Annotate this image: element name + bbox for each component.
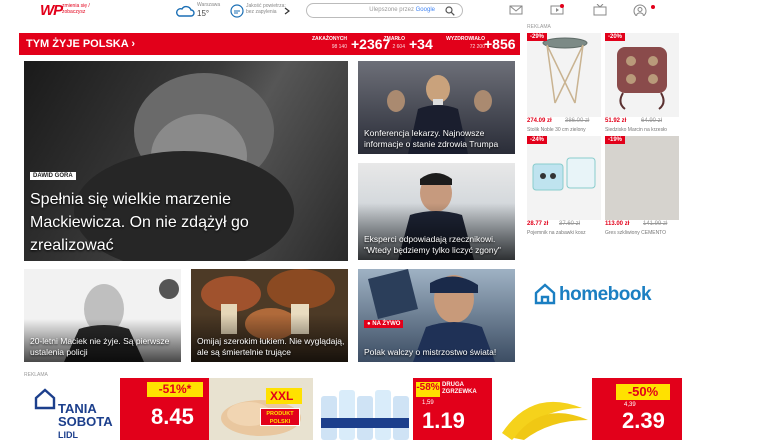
search-powered-by: Ulepszone przez Google [369, 7, 435, 13]
second-pack-label: DRUGA ZGRZEWKA [442, 382, 482, 397]
search-icon[interactable] [445, 6, 455, 16]
story-headline[interactable]: Omijaj szerokim łukiem. Nie wyglądają, a… [197, 336, 347, 358]
notification-dot [651, 5, 655, 9]
product-old-price: 386.00 zł [565, 118, 590, 124]
toy-box-image [532, 157, 596, 191]
bananas-image [502, 401, 588, 440]
air-quality-widget[interactable]: Jakość powietrza: bez zapylenia [230, 2, 292, 20]
product-image [527, 33, 601, 117]
house-icon [34, 388, 56, 410]
product-old-price: 64.90 zł [641, 118, 663, 124]
homebook-wordmark: homebook [559, 284, 652, 305]
product-name: Pojemnik na zabawki kosz [527, 230, 586, 236]
xxl-badge: XXL [266, 388, 302, 404]
house-icon [534, 283, 556, 305]
offer-percent: -50% [616, 384, 670, 400]
stat-name: WYZDROWIAŁO [446, 36, 485, 42]
story-headline[interactable]: 20-letni Maciek nie żyje. Są pierwsze us… [30, 336, 180, 358]
live-badge: ● NA ŻYWO [364, 320, 404, 328]
brand-sub: LIDL [58, 430, 78, 440]
stat-name: ZAKAŻONYCH [312, 36, 347, 42]
stat-delta: +856 [484, 36, 516, 52]
offer-percent: -51%* [147, 382, 203, 397]
water-product-image [313, 378, 413, 440]
lead-story[interactable]: DAWID GÓRA Spełnia się wielkie marzenie … [24, 61, 348, 261]
logo-mark: WP [40, 2, 63, 19]
product-card[interactable]: -29% 274.09 zł 386.00 zł Stolik Noble 30… [527, 33, 601, 138]
offer-old-price: 1,59 [422, 400, 434, 406]
seat-cushion-image [617, 47, 667, 110]
polish-product-badge: PRODUKT POLSKI [260, 408, 300, 426]
stat-total: 98 140 [331, 44, 347, 50]
side-table-image [542, 37, 588, 104]
story-polak[interactable]: ● NA ŻYWO Polak walczy o mistrzostwo świ… [358, 269, 515, 362]
ad-label: REKLAMA [527, 24, 551, 30]
discount-badge: -19% [605, 136, 626, 144]
covid-stats-strip[interactable]: TYM ŻYJE POLSKA › ZAKAŻONYCH 98 140 +236… [19, 33, 520, 55]
wp-logo[interactable]: WP zmienia się / zobaczysz [40, 2, 100, 20]
weather-widget[interactable]: Warszawa 15° [175, 2, 225, 20]
story-headline[interactable]: Konferencja lekarzy. Najnowsze informacj… [364, 128, 514, 150]
story-trump[interactable]: Konferencja lekarzy. Najnowsze informacj… [358, 61, 515, 154]
chevron-right-icon [284, 7, 290, 15]
lidl-banner[interactable]: TANIA SOBOTA LIDL -51%* 8.45 XXL PRODUKT… [24, 378, 682, 440]
strip-title[interactable]: TYM ŻYJE POLSKA › [26, 38, 135, 50]
tania-sobota-panel: TANIA SOBOTA LIDL [24, 378, 120, 440]
product-old-price: 141.99 zł [643, 221, 668, 227]
story-mushrooms[interactable]: Omijaj szerokim łukiem. Nie wyglądają, a… [191, 269, 348, 362]
story-headline[interactable]: Eksperci odpowiadają rzecznikowi. "Wtedy… [364, 234, 514, 256]
stat-name: ZMARŁO [383, 36, 405, 42]
weather-temp: 15° [197, 9, 210, 18]
lead-headline[interactable]: Spełnia się wielkie marzenie Mackiewicza… [30, 188, 300, 257]
product-name: Siedzisko Marcin na krzesło [605, 127, 667, 133]
product-card[interactable]: -24% 28.77 zł 37.60 zł Pojemnik na zabaw… [527, 136, 601, 241]
product-card[interactable]: -20% 51.92 zł 64.90 zł Siedzisko Marcin … [605, 33, 679, 138]
xxl-label: XXL [270, 389, 294, 403]
logo-subtitle: zmienia się / zobaczysz [62, 3, 90, 15]
author-tag: DAWID GÓRA [30, 172, 76, 180]
offer-percent: -58% [416, 382, 440, 397]
top-bar: WP zmienia się / zobaczysz Warszawa 15° … [0, 0, 780, 22]
mail-icon[interactable] [509, 4, 523, 16]
product-card[interactable]: -19% 113.00 zł 141.99 zł Gres szkliwiony… [605, 136, 679, 241]
product-old-price: 37.60 zł [559, 221, 581, 227]
brand-title: TANIA SOBOTA [58, 401, 113, 429]
stat-total: 2 604 [392, 44, 405, 50]
air-quality-icon [230, 4, 244, 18]
cloud-icon [176, 5, 195, 17]
tv-icon[interactable] [593, 4, 607, 16]
search-input[interactable]: Ulepszone przez Google [306, 3, 463, 18]
product-image [527, 136, 601, 220]
video-icon[interactable] [550, 4, 564, 16]
product-price: 113.00 zł [605, 221, 630, 227]
weather-location: Warszawa [197, 2, 221, 8]
story-experts[interactable]: Eksperci odpowiadają rzecznikowi. "Wtedy… [358, 163, 515, 260]
discount-badge: -24% [527, 136, 548, 144]
product-name: Stolik Noble 30 cm zielony [527, 127, 586, 133]
product-price: 274.09 zł [527, 118, 552, 124]
stat-total: 72 200 [469, 44, 485, 50]
stat-recovered: WYZDROWIAŁO 72 200 +856 [429, 35, 519, 53]
story-headline[interactable]: Polak walczy o mistrzostwo świata! [364, 347, 514, 358]
product-image [605, 33, 679, 117]
product-price: 51.92 zł [605, 118, 627, 124]
story-maciek[interactable]: 20-letni Maciek nie żyje. Są pierwsze us… [24, 269, 181, 362]
product-name: Gres szkliwiony CEMENTO [605, 230, 667, 236]
water-bottles-image [321, 390, 409, 440]
banana-product-image [492, 378, 592, 440]
discount-badge: -29% [527, 33, 548, 41]
air-quality-label: Jakość powietrza: bez zapylenia [246, 3, 286, 15]
offer-price: 8.45 [151, 404, 194, 429]
offer-price: 2.39 [622, 408, 665, 433]
discount-badge: -20% [605, 33, 626, 41]
user-icon[interactable] [633, 4, 647, 16]
offer-price: 1.19 [422, 408, 465, 433]
product-price: 28.77 zł [527, 221, 549, 227]
product-image [605, 136, 679, 220]
homebook-logo[interactable]: homebook [533, 281, 678, 309]
